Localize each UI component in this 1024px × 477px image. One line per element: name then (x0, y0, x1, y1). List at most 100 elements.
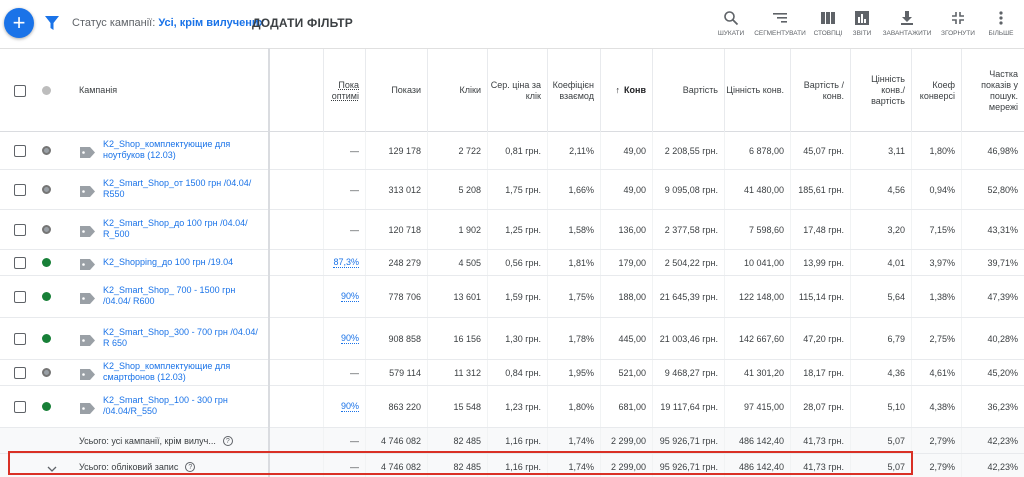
table-row[interactable]: K2_Smart_Shop_до 100 грн /04.04/ R_500 —1… (0, 210, 1024, 250)
cell-opt[interactable]: 90% (323, 386, 365, 427)
status-enabled-icon[interactable] (42, 292, 51, 301)
status-enabled-icon[interactable] (42, 402, 51, 411)
status-filter-chip[interactable]: Статус кампанії: Усі, крім вилучених (72, 17, 265, 29)
table-row[interactable]: K2_Shop_комплектующие для смартфонов (12… (0, 360, 1024, 386)
header-cost-per-conv[interactable]: Вартість / конв. (790, 49, 850, 132)
row-checkbox[interactable] (14, 184, 26, 196)
status-enabled-icon[interactable] (42, 334, 51, 343)
filter-icon[interactable] (45, 15, 59, 31)
search-tool-button[interactable]: ШУКАТИ (714, 10, 748, 37)
status-paused-icon[interactable] (42, 368, 51, 377)
status-paused-icon[interactable] (42, 225, 51, 234)
table-row[interactable]: K2_Shopping_до 100 грн /19.04 87,3% 248 27… (0, 250, 1024, 276)
total-label: Усього: обліковий запис? (79, 454, 196, 477)
columns-tool-button[interactable]: СТОВПЦІ (810, 10, 846, 37)
reports-tool-button[interactable]: ЗВІТИ (848, 10, 876, 37)
cell-opt[interactable]: 87,3% (323, 250, 365, 275)
campaign-name-link[interactable]: K2_Smart_Shop_от 1500 грн /04.04/ R550 (103, 178, 263, 200)
total-cell-cpc_conv: 41,73 грн. (790, 428, 850, 453)
row-checkbox[interactable] (14, 291, 26, 303)
status-paused-icon[interactable] (42, 146, 51, 155)
download-tool-button[interactable]: ЗАВАНТАЖИТИ (880, 10, 934, 37)
total-cell-clicks: 82 485 (427, 454, 487, 477)
header-conv-value[interactable]: Цінність конв. (724, 49, 790, 132)
cell-clicks: 16 156 (427, 318, 487, 359)
cell-opt[interactable]: 90% (323, 318, 365, 359)
header-clicks[interactable]: Кліки (427, 49, 487, 132)
shopping-campaign-icon (80, 145, 95, 158)
total-cell-vpc: 5,07 (850, 428, 911, 453)
cell-cpc_conv: 185,61 грн. (790, 170, 850, 209)
row-checkbox[interactable] (14, 367, 26, 379)
header-impressions[interactable]: Покази (365, 49, 427, 132)
status-paused-icon[interactable] (42, 185, 51, 194)
header-conv-rate[interactable]: Коеф конверсі (911, 49, 961, 132)
campaign-name-link[interactable]: K2_Smart_Shop_ 700 - 1500 грн /04.04/ R6… (103, 285, 263, 307)
table-row[interactable]: K2_Shop_комплектующие для ноутбуков (12.… (0, 132, 1024, 170)
campaign-name-link[interactable]: K2_Shop_комплектующие для смартфонов (12… (103, 361, 263, 383)
header-avg-cpc[interactable]: Сер. ціна за клік (487, 49, 547, 132)
campaign-name-link[interactable]: K2_Smart_Shop_до 100 грн /04.04/ R_500 (103, 218, 263, 240)
total-label-text: Усього: обліковий запис (79, 461, 179, 472)
cell-opt[interactable]: — (323, 170, 365, 209)
cell-clicks: 13 601 (427, 276, 487, 317)
collapse-tool-button[interactable]: ЗГОРНУТИ (938, 10, 978, 37)
cell-ir: 1,95% (547, 360, 600, 385)
total-cell-avg_cpc: 1,16 грн. (487, 454, 547, 477)
cell-value: 6 878,00 (724, 132, 790, 169)
cell-cpc_conv: 13,99 грн. (790, 250, 850, 275)
cell-opt[interactable]: 90% (323, 276, 365, 317)
status-enabled-icon[interactable] (42, 258, 51, 267)
cell-opt[interactable]: — (323, 210, 365, 249)
search-tool-label: ШУКАТИ (717, 30, 745, 37)
row-checkbox[interactable] (14, 401, 26, 413)
total-label-text: Усього: усі кампанії, крім вилуч... (79, 435, 216, 446)
add-filter-button[interactable]: ДОДАТИ ФІЛЬТР (252, 16, 353, 30)
cell-opt[interactable]: — (323, 132, 365, 169)
collapse-icon (952, 12, 964, 24)
select-all-checkbox[interactable] (14, 85, 26, 97)
help-icon[interactable]: ? (222, 435, 233, 446)
table-row[interactable]: K2_Smart_Shop_100 - 300 грн /04.04/R_550… (0, 386, 1024, 428)
table-row[interactable]: K2_Smart_Shop_300 - 700 грн /04.04/ R 65… (0, 318, 1024, 360)
cell-cost: 2 504,22 грн. (652, 250, 724, 275)
header-value-per-cost[interactable]: Цінність конв./ вартість (850, 49, 911, 132)
cell-opt[interactable]: — (323, 360, 365, 385)
cell-value: 41 301,20 (724, 360, 790, 385)
segment-tool-label: СЕГМЕНТУВАТИ (754, 30, 806, 37)
cell-vpc: 3,11 (850, 132, 911, 169)
row-checkbox[interactable] (14, 257, 26, 269)
header-cost[interactable]: Вартість (652, 49, 724, 132)
cell-ir: 1,80% (547, 386, 600, 427)
campaign-name-link[interactable]: K2_Smart_Shop_100 - 300 грн /04.04/R_550 (103, 395, 263, 417)
cell-conv: 445,00 (600, 318, 652, 359)
frozen-column-divider (268, 48, 270, 477)
header-optimization[interactable]: Пока оптимі (323, 49, 365, 132)
cell-clicks: 15 548 (427, 386, 487, 427)
more-tool-button[interactable]: БІЛЬШЕ (984, 10, 1018, 37)
header-search-impr-share[interactable]: Частка показів у пошук. мережі (961, 49, 1024, 132)
cell-impressions: 120 718 (365, 210, 427, 249)
campaign-name-link[interactable]: K2_Shop_комплектующие для ноутбуков (12.… (103, 139, 263, 161)
cell-value: 41 480,00 (724, 170, 790, 209)
campaign-name-link[interactable]: K2_Smart_Shop_300 - 700 грн /04.04/ R 65… (103, 327, 263, 349)
chevron-down-icon[interactable] (47, 461, 57, 472)
campaign-name-link[interactable]: K2_Shopping_до 100 грн /19.04 (103, 257, 263, 268)
segment-tool-button[interactable]: СЕГМЕНТУВАТИ (752, 10, 808, 37)
cell-share: 36,23% (961, 386, 1024, 427)
header-conversions[interactable]: ↑ Конв (600, 49, 652, 132)
cell-conv: 179,00 (600, 250, 652, 275)
header-campaign[interactable]: Кампанія (71, 49, 266, 132)
shopping-campaign-icon (80, 184, 95, 197)
row-checkbox[interactable] (14, 145, 26, 157)
reports-tool-label: ЗВІТИ (852, 30, 872, 37)
help-icon[interactable]: ? (185, 461, 196, 472)
cell-avg_cpc: 1,30 грн. (487, 318, 547, 359)
download-tool-label: ЗАВАНТАЖИТИ (882, 30, 932, 37)
header-interaction-rate[interactable]: Коефіцієн взаємод (547, 49, 600, 132)
table-row[interactable]: K2_Smart_Shop_от 1500 грн /04.04/ R550 —3… (0, 170, 1024, 210)
create-button[interactable]: + (4, 8, 34, 38)
table-row[interactable]: K2_Smart_Shop_ 700 - 1500 грн /04.04/ R6… (0, 276, 1024, 318)
row-checkbox[interactable] (14, 224, 26, 236)
row-checkbox[interactable] (14, 333, 26, 345)
